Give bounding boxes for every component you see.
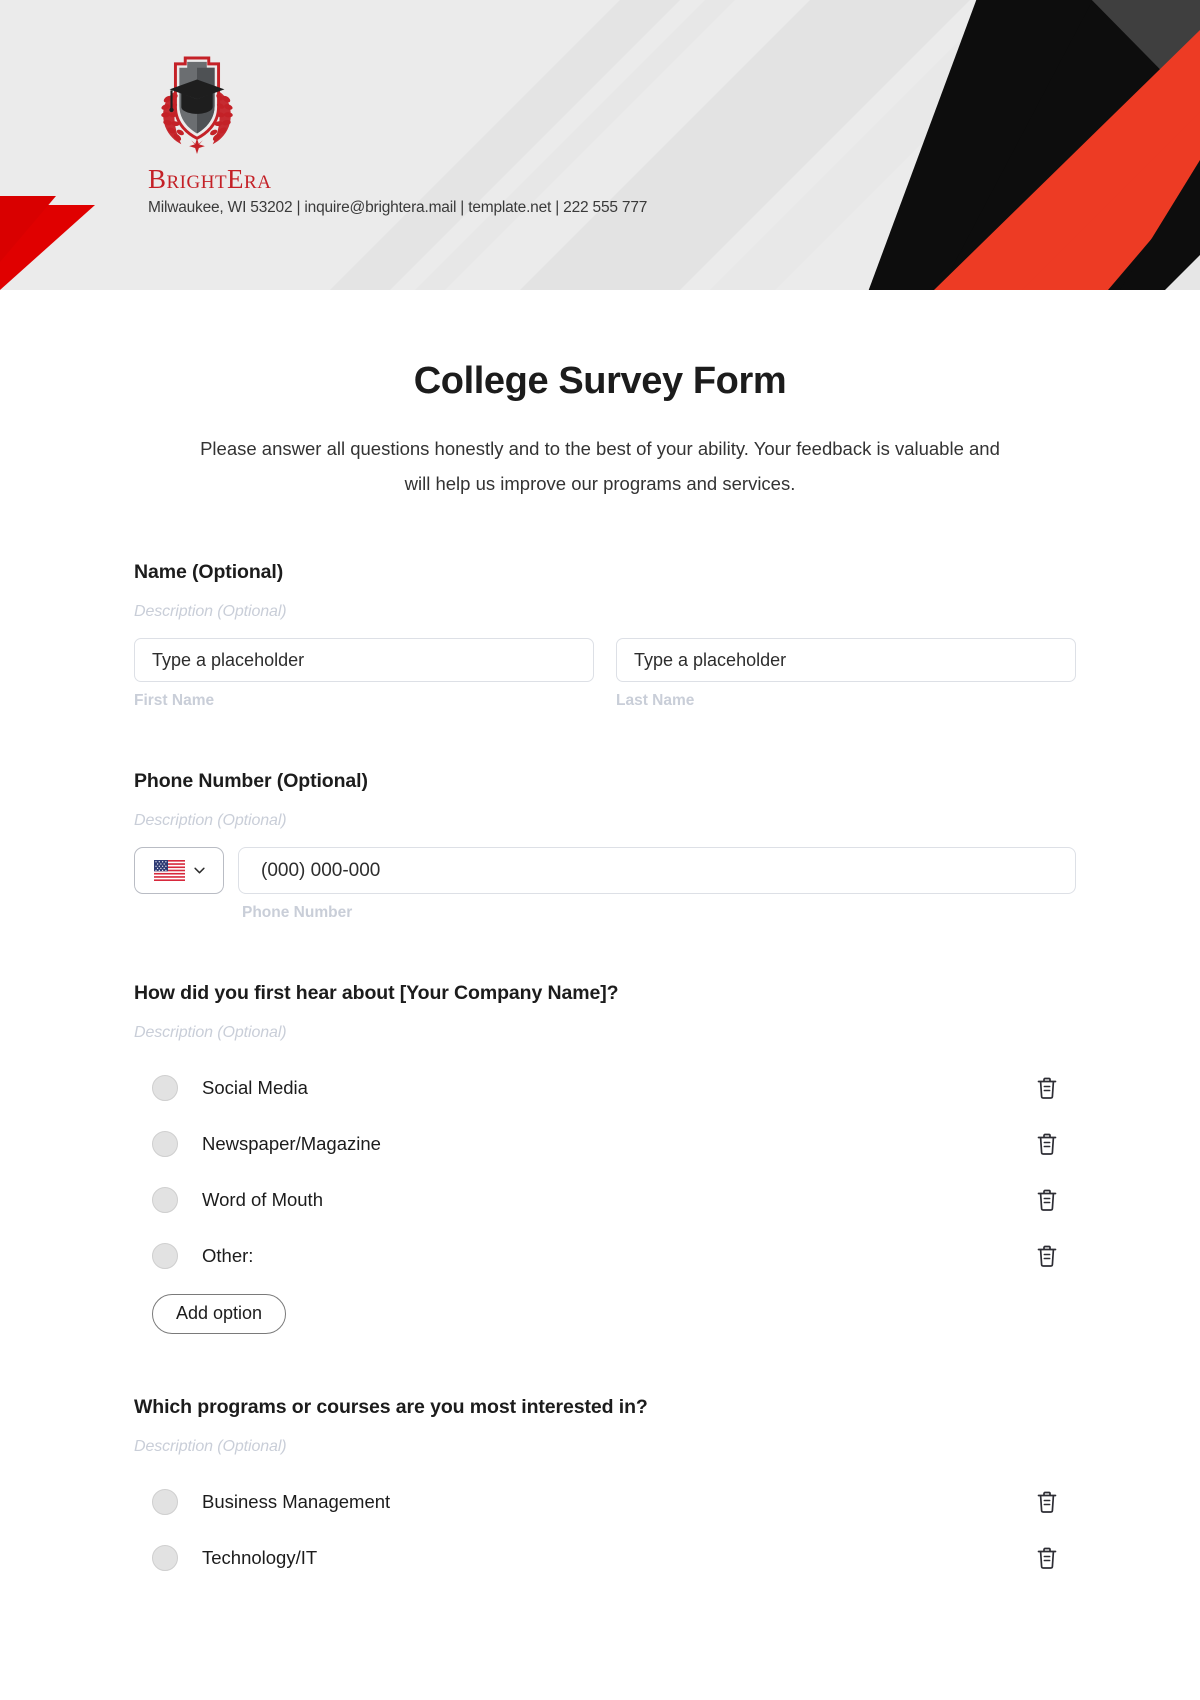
phone-number-input[interactable] <box>238 847 1076 895</box>
name-inputs-row: First Name Last Name <box>134 638 1076 710</box>
field-question-1: How did you first hear about [Your Compa… <box>134 982 1076 1335</box>
first-name-column: First Name <box>134 638 594 710</box>
page-title: College Survey Form <box>413 360 787 402</box>
first-name-input[interactable] <box>134 638 594 683</box>
option-label: Other: <box>202 1245 254 1267</box>
trash-icon[interactable] <box>1036 1244 1058 1268</box>
field-name-label: Name (Optional) <box>134 561 284 584</box>
field-phone: Phone Number (Optional) Description (Opt… <box>134 770 1076 922</box>
option-row[interactable]: Social Media <box>134 1060 1076 1116</box>
last-name-column: Last Name <box>616 638 1076 710</box>
trash-icon[interactable] <box>1036 1132 1058 1156</box>
trash-icon[interactable] <box>1036 1076 1058 1100</box>
radio-button[interactable] <box>152 1075 178 1102</box>
trash-icon[interactable] <box>1036 1188 1058 1212</box>
question-1-description: Description (Optional) <box>134 1024 287 1042</box>
brand-name: BrightEra <box>148 164 272 194</box>
phone-inputs-row <box>134 847 1076 895</box>
country-code-select[interactable] <box>134 847 224 895</box>
radio-button[interactable] <box>152 1187 178 1214</box>
first-name-sub-label: First Name <box>134 692 215 710</box>
last-name-sub-label: Last Name <box>616 692 695 710</box>
phone-sub-label: Phone Number <box>242 904 353 922</box>
option-row[interactable]: Word of Mouth <box>134 1172 1076 1228</box>
brightera-logo-icon <box>161 56 233 155</box>
brand-block: BrightEra Milwaukee, WI 53202 | inquire@… <box>148 52 647 217</box>
page-header: BrightEra Milwaukee, WI 53202 | inquire@… <box>0 0 1200 290</box>
option-row[interactable]: Newspaper/Magazine <box>134 1116 1076 1172</box>
option-row[interactable]: Business Management <box>134 1474 1076 1530</box>
question-1-options: Social Media Newspaper/Magazine Word of … <box>134 1060 1076 1335</box>
brand-contact-line: Milwaukee, WI 53202 | inquire@brightera.… <box>148 199 648 216</box>
option-label: Technology/IT <box>202 1547 318 1569</box>
page-subtitle: Please answer all questions honestly and… <box>200 438 1000 495</box>
trash-icon[interactable] <box>1036 1546 1058 1570</box>
field-name-description: Description (Optional) <box>134 603 287 621</box>
field-phone-description: Description (Optional) <box>134 812 287 830</box>
radio-button[interactable] <box>152 1545 178 1572</box>
field-name: Name (Optional) Description (Optional) F… <box>134 561 1076 710</box>
question-2-description: Description (Optional) <box>134 1438 287 1456</box>
trash-icon[interactable] <box>1036 1490 1058 1514</box>
radio-button[interactable] <box>152 1489 178 1516</box>
option-row[interactable]: Technology/IT <box>134 1530 1076 1586</box>
option-label: Business Management <box>202 1491 391 1513</box>
question-2-options: Business Management Technology/IT <box>134 1474 1076 1586</box>
field-phone-label: Phone Number (Optional) <box>134 770 368 793</box>
question-1-label: How did you first hear about [Your Compa… <box>134 982 619 1005</box>
option-label: Newspaper/Magazine <box>202 1133 381 1155</box>
us-flag-icon <box>153 860 185 882</box>
radio-button[interactable] <box>152 1243 178 1270</box>
form-page: College Survey Form Please answer all qu… <box>0 360 1200 1587</box>
chevron-down-icon <box>193 867 205 874</box>
last-name-input[interactable] <box>616 638 1076 683</box>
form-fields: Name (Optional) Description (Optional) F… <box>124 561 1076 1586</box>
option-row[interactable]: Other: <box>134 1228 1076 1284</box>
field-question-2: Which programs or courses are you most i… <box>134 1396 1076 1586</box>
add-option-button[interactable]: Add option <box>152 1294 287 1335</box>
radio-button[interactable] <box>152 1131 178 1158</box>
option-label: Word of Mouth <box>202 1189 323 1211</box>
option-label: Social Media <box>202 1077 308 1099</box>
question-2-label: Which programs or courses are you most i… <box>134 1396 648 1419</box>
